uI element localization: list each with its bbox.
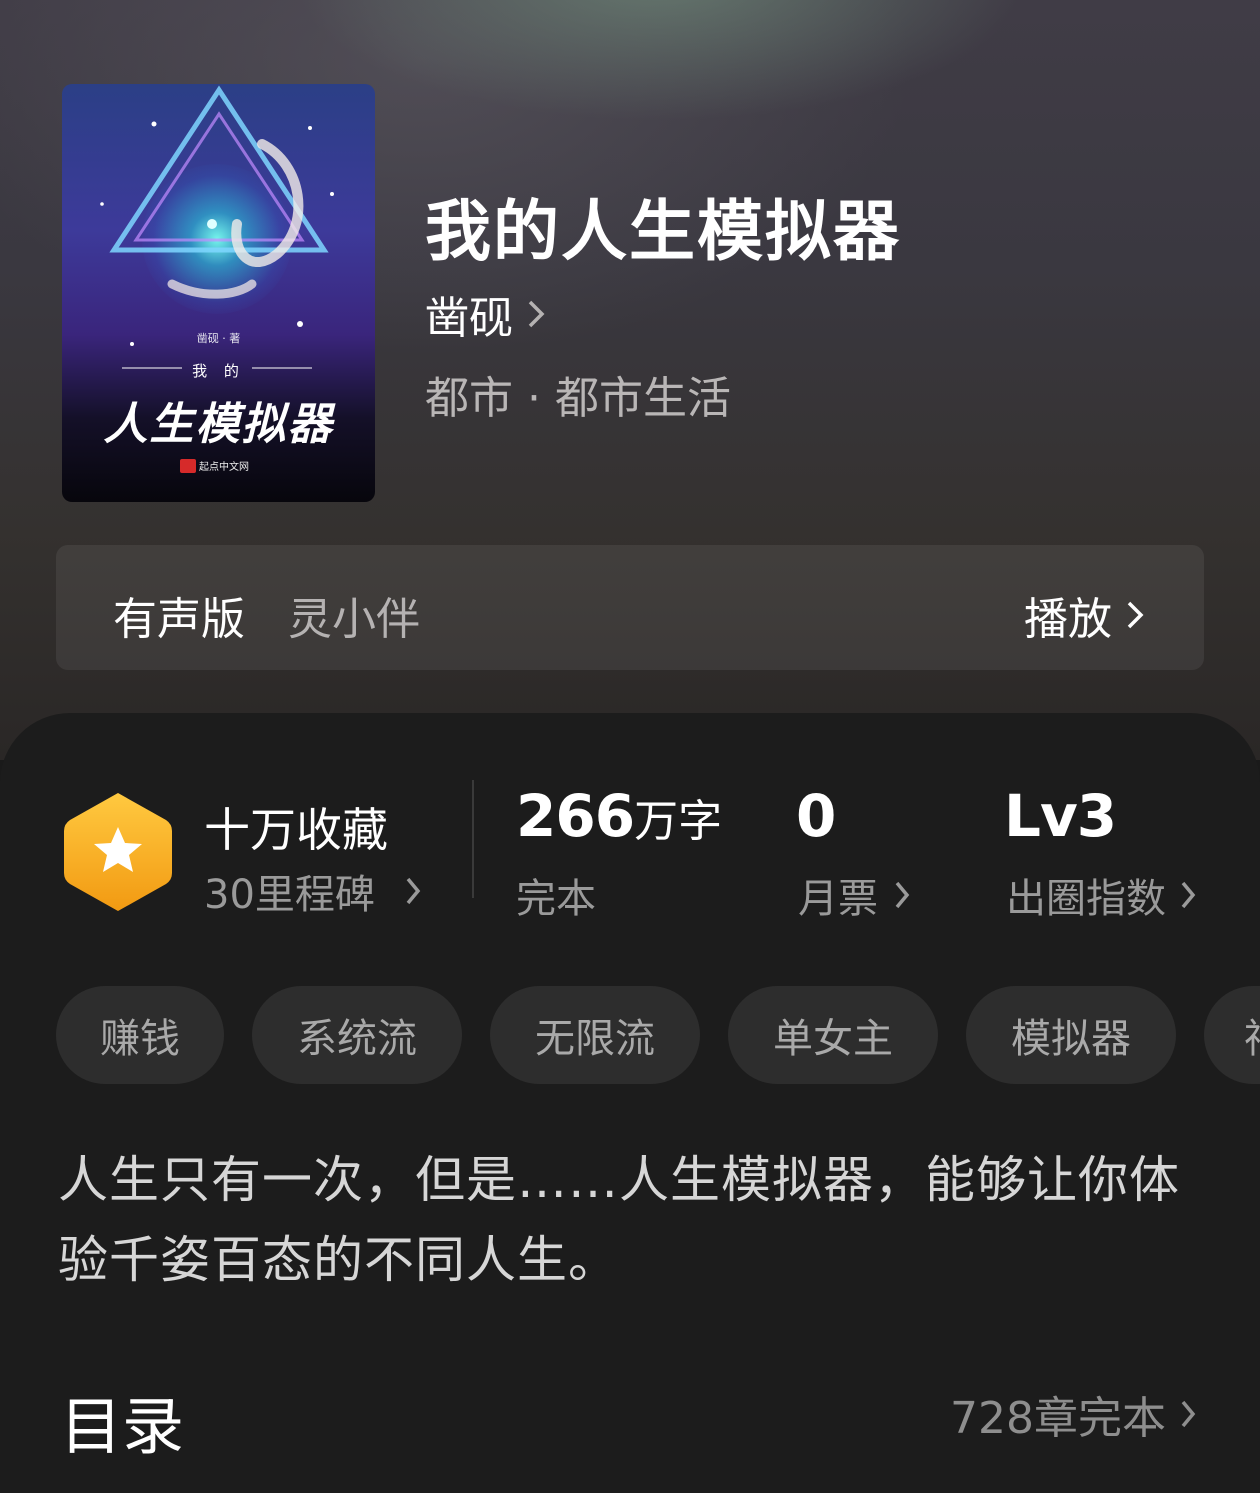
- chevron-right-icon: [1127, 601, 1144, 629]
- word-count-unit: 万字: [634, 796, 723, 847]
- author-link[interactable]: 凿砚: [425, 282, 545, 346]
- popularity-index-label: 出圈指数: [1006, 876, 1166, 922]
- cover-publisher: 起点中文网: [180, 458, 249, 473]
- tag-chip[interactable]: 单女主: [728, 986, 938, 1084]
- toc-link[interactable]: 728章完本: [950, 1382, 1196, 1446]
- popularity-index-link[interactable]: 出圈指数: [1006, 866, 1196, 924]
- genre-label[interactable]: 都市 · 都市生活: [425, 362, 731, 426]
- popularity-index: Lv3: [1004, 782, 1117, 850]
- stats-divider: [472, 780, 474, 898]
- book-description[interactable]: 人生只有一次，但是……人生模拟器，能够让你体验千姿百态的不同人生。: [58, 1140, 1208, 1300]
- popularity-index-number: Lv3: [1004, 782, 1117, 850]
- milestone-title: 十万收藏: [204, 803, 388, 857]
- word-count: 266万字: [516, 782, 722, 850]
- cover-title: 人生模拟器: [103, 399, 334, 450]
- publisher-name: 起点中文网: [199, 462, 249, 473]
- monthly-votes-link[interactable]: 月票: [798, 866, 910, 924]
- chevron-right-icon: [1181, 881, 1196, 909]
- completion-status: 完本: [516, 876, 596, 922]
- milestone-sub: 30里程碑: [204, 872, 375, 918]
- play-button[interactable]: 播放: [1024, 583, 1144, 647]
- tag-list: 赚钱 系统流 无限流 单女主 模拟器 神: [56, 986, 1260, 1084]
- chevron-right-icon: [528, 300, 545, 328]
- cover-author: 凿砚 · 著: [196, 332, 241, 345]
- word-count-number: 266: [516, 782, 635, 850]
- chevron-right-icon: [1181, 1400, 1196, 1428]
- monthly-votes-number: 0: [796, 782, 836, 850]
- tag-chip[interactable]: 神: [1204, 986, 1260, 1084]
- play-label: 播放: [1024, 594, 1112, 645]
- chevron-right-icon: [406, 877, 421, 905]
- tag-chip[interactable]: 系统流: [252, 986, 462, 1084]
- book-title: 我的人生模拟器: [425, 192, 901, 270]
- tag-chip[interactable]: 赚钱: [56, 986, 224, 1084]
- audio-label: 有声版: [113, 594, 245, 645]
- monthly-votes: 0: [796, 782, 836, 850]
- chevron-right-icon: [895, 881, 910, 909]
- publisher-logo-icon: [180, 458, 196, 473]
- cover-subtitle: 我 的: [192, 362, 245, 380]
- author-name: 凿砚: [425, 293, 513, 344]
- book-cover[interactable]: 凿砚 · 著 我 的 人生模拟器 起点中文网: [62, 84, 375, 502]
- audio-version-bar[interactable]: 有声版 灵小伴 播放: [56, 545, 1204, 670]
- star-medal-icon: [64, 793, 172, 911]
- monthly-votes-label: 月票: [798, 876, 878, 922]
- tag-chip[interactable]: 无限流: [490, 986, 700, 1084]
- milestone-link[interactable]: 30里程碑: [204, 862, 421, 920]
- toc-title: 目录: [60, 1390, 185, 1463]
- audio-narrator: 灵小伴: [288, 594, 420, 645]
- toc-chapter-count: 728章完本: [950, 1393, 1166, 1444]
- tag-chip[interactable]: 模拟器: [966, 986, 1176, 1084]
